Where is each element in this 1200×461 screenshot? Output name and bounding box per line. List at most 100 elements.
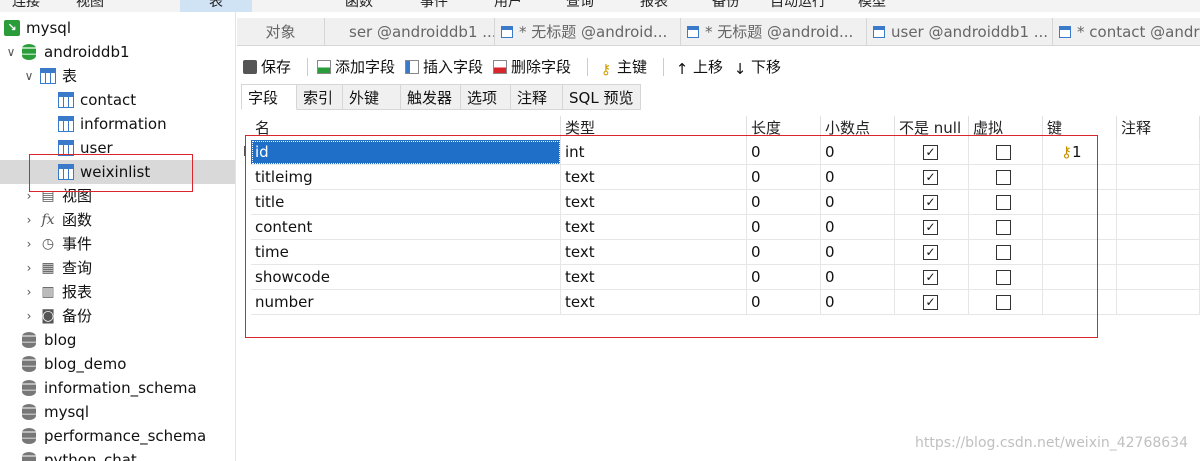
field-comment-cell[interactable] <box>1117 290 1200 315</box>
virtual-checkbox[interactable] <box>996 270 1011 285</box>
insert-field-button[interactable]: 插入字段 <box>405 56 483 78</box>
primary-key-button[interactable]: ⚷ 主键 <box>599 56 647 78</box>
not-null-checkbox[interactable]: ✓ <box>923 270 938 285</box>
chevron-right-icon[interactable]: › <box>22 184 36 208</box>
field-decimals-cell[interactable]: 0 <box>821 240 895 265</box>
chevron-right-icon[interactable]: › <box>22 304 36 328</box>
field-type-cell[interactable]: text <box>561 265 747 290</box>
menu-item[interactable]: 报表 <box>640 0 668 12</box>
column-header[interactable]: 键 <box>1043 116 1117 140</box>
menu-item[interactable]: 用户 <box>494 0 522 12</box>
tab-document[interactable]: * contact @andro <box>1053 18 1200 45</box>
tab-document[interactable]: ser @androiddb1 ... <box>325 18 495 45</box>
virtual-checkbox[interactable] <box>996 170 1011 185</box>
column-header[interactable]: 虚拟 <box>969 116 1043 140</box>
virtual-checkbox[interactable] <box>996 295 1011 310</box>
not-null-checkbox[interactable]: ✓ <box>923 195 938 210</box>
tree-node-[interactable]: ∨ 表 <box>0 64 235 88</box>
field-length-cell[interactable]: 0 <box>747 290 821 315</box>
column-header[interactable]: 不是 null <box>895 116 969 140</box>
field-type-cell[interactable]: text <box>561 190 747 215</box>
tree-node-python_chat[interactable]: python_chat <box>0 448 235 461</box>
virtual-checkbox[interactable] <box>996 245 1011 260</box>
move-up-button[interactable]: ↑ 上移 <box>675 56 723 78</box>
field-row[interactable]: number text 0 0 ✓ <box>237 290 1200 315</box>
field-comment-cell[interactable] <box>1117 215 1200 240</box>
menu-item[interactable]: 视图 <box>76 0 104 12</box>
tree-node-information[interactable]: information <box>0 112 235 136</box>
chevron-right-icon[interactable]: › <box>22 256 36 280</box>
column-header[interactable]: 类型 <box>561 116 747 140</box>
chevron-right-icon[interactable]: › <box>22 280 36 304</box>
chevron-down-icon[interactable]: ∨ <box>4 40 18 64</box>
subtab-4[interactable]: 选项 <box>461 84 511 110</box>
tab-document[interactable]: * 无标题 @android... <box>681 18 867 45</box>
field-type-cell[interactable]: int <box>561 140 747 165</box>
menu-item[interactable]: 查询 <box>566 0 594 12</box>
field-length-cell[interactable]: 0 <box>747 165 821 190</box>
not-null-checkbox[interactable]: ✓ <box>923 220 938 235</box>
field-length-cell[interactable]: 0 <box>747 265 821 290</box>
field-decimals-cell[interactable]: 0 <box>821 190 895 215</box>
chevron-right-icon[interactable]: › <box>22 208 36 232</box>
tree-node-information_schema[interactable]: information_schema <box>0 376 235 400</box>
field-length-cell[interactable]: 0 <box>747 140 821 165</box>
virtual-checkbox[interactable] <box>996 145 1011 160</box>
field-comment-cell[interactable] <box>1117 140 1200 165</box>
subtab-3[interactable]: 触发器 <box>401 84 461 110</box>
tab-objects[interactable]: 对象 <box>237 18 325 45</box>
tree-node-user[interactable]: user <box>0 136 235 160</box>
tree-node-mysql[interactable]: ↘ mysql <box>0 16 235 40</box>
subtab-6[interactable]: SQL 预览 <box>563 84 641 110</box>
field-decimals-cell[interactable]: 0 <box>821 215 895 240</box>
menu-item[interactable]: 备份 <box>712 0 740 12</box>
not-null-checkbox[interactable]: ✓ <box>923 170 938 185</box>
tree-node-blog_demo[interactable]: blog_demo <box>0 352 235 376</box>
column-header[interactable]: 注释 <box>1117 116 1200 140</box>
field-name-cell[interactable]: showcode <box>251 265 561 290</box>
field-row[interactable]: Iid int 0 0 ✓ ⚷1 <box>237 140 1200 165</box>
field-length-cell[interactable]: 0 <box>747 190 821 215</box>
menu-item[interactable]: 自动运行 <box>770 0 826 12</box>
tree-node-[interactable]: › ▤ 视图 <box>0 184 235 208</box>
virtual-checkbox[interactable] <box>996 220 1011 235</box>
field-name-cell[interactable]: time <box>251 240 561 265</box>
virtual-checkbox[interactable] <box>996 195 1011 210</box>
not-null-checkbox[interactable]: ✓ <box>923 295 938 310</box>
field-name-cell[interactable]: number <box>251 290 561 315</box>
field-name-cell[interactable]: title <box>251 190 561 215</box>
tree-node-weixinlist[interactable]: weixinlist <box>0 160 235 184</box>
tree-node-[interactable]: › ◷ 事件 <box>0 232 235 256</box>
field-comment-cell[interactable] <box>1117 265 1200 290</box>
tree-node-contact[interactable]: contact <box>0 88 235 112</box>
field-name-cell[interactable]: titleimg <box>251 165 561 190</box>
field-row[interactable]: time text 0 0 ✓ <box>237 240 1200 265</box>
subtab-5[interactable]: 注释 <box>511 84 563 110</box>
delete-field-button[interactable]: 删除字段 <box>493 56 571 78</box>
field-row[interactable]: title text 0 0 ✓ <box>237 190 1200 215</box>
field-length-cell[interactable]: 0 <box>747 215 821 240</box>
field-decimals-cell[interactable]: 0 <box>821 290 895 315</box>
field-decimals-cell[interactable]: 0 <box>821 265 895 290</box>
tree-node-[interactable]: › ◙ 备份 <box>0 304 235 328</box>
field-length-cell[interactable]: 0 <box>747 240 821 265</box>
field-row[interactable]: content text 0 0 ✓ <box>237 215 1200 240</box>
menu-item[interactable]: 模型 <box>858 0 886 12</box>
tree-node-androiddb1[interactable]: ∨ androiddb1 <box>0 40 235 64</box>
menu-item[interactable]: 连接 <box>12 0 40 12</box>
field-type-cell[interactable]: text <box>561 215 747 240</box>
menu-item[interactable]: 表 <box>180 0 252 12</box>
field-row[interactable]: showcode text 0 0 ✓ <box>237 265 1200 290</box>
field-comment-cell[interactable] <box>1117 240 1200 265</box>
tree-node-[interactable]: › ▦ 查询 <box>0 256 235 280</box>
field-type-cell[interactable]: text <box>561 290 747 315</box>
field-comment-cell[interactable] <box>1117 165 1200 190</box>
menu-item[interactable]: 函数 <box>345 0 373 12</box>
tree-node-[interactable]: › ▥ 报表 <box>0 280 235 304</box>
column-header[interactable]: 小数点 <box>821 116 895 140</box>
field-decimals-cell[interactable]: 0 <box>821 140 895 165</box>
field-comment-cell[interactable] <box>1117 190 1200 215</box>
field-decimals-cell[interactable]: 0 <box>821 165 895 190</box>
not-null-checkbox[interactable]: ✓ <box>923 145 938 160</box>
column-header[interactable]: 长度 <box>747 116 821 140</box>
